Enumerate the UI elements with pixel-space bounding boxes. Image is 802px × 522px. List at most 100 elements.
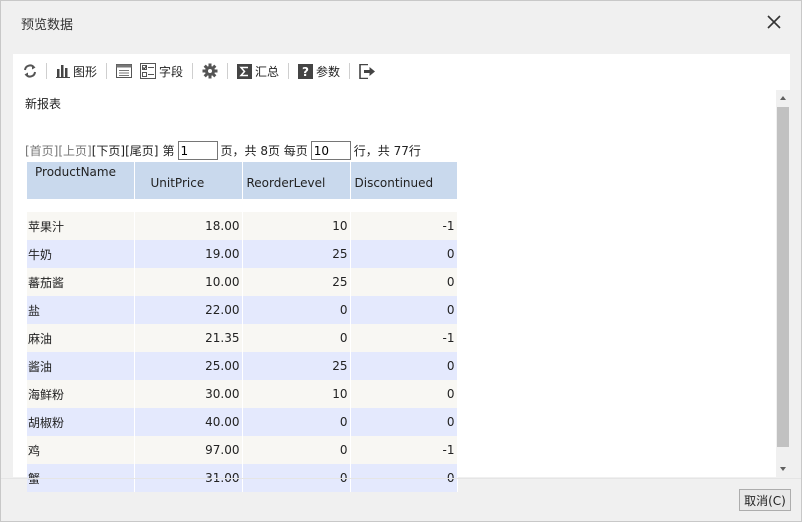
dialog-title: 预览数据 — [21, 18, 74, 33]
refresh-button[interactable] — [19, 59, 41, 83]
table-row[interactable]: 海鲜粉 30.00 10 0 — [27, 380, 458, 408]
table-row[interactable]: 盐 22.00 0 0 — [27, 296, 458, 324]
fields-button-label: 字段 — [159, 64, 184, 79]
toolbar-separator — [349, 63, 351, 79]
table-row[interactable]: 胡椒粉 40.00 0 0 — [27, 408, 458, 436]
footer-divider — [1, 478, 801, 479]
cell-discontinued: 0 — [350, 268, 458, 296]
cell-discontinued: -1 — [350, 212, 458, 240]
first-page-link[interactable]: [首页] — [25, 142, 58, 159]
scroll-thumb[interactable] — [777, 107, 789, 447]
fields-icon — [140, 63, 157, 79]
toolbar-separator — [192, 63, 194, 79]
cell-productname: 麻油 — [27, 324, 135, 352]
cell-unitprice: 30.00 — [134, 380, 243, 408]
dialog-titlebar: 预览数据 — [1, 1, 801, 45]
table-header-row: ProductName UnitPrice ReorderLevel Disco… — [27, 162, 458, 199]
cell-reorderlevel: 0 — [242, 408, 351, 436]
cell-discontinued: 0 — [350, 380, 458, 408]
column-header-reorderlevel[interactable]: ReorderLevel — [242, 162, 351, 199]
close-icon — [767, 15, 781, 29]
column-header-discontinued[interactable]: Discontinued — [350, 162, 458, 199]
cell-reorderlevel: 10 — [242, 380, 351, 408]
cell-unitprice: 19.00 — [134, 240, 243, 268]
pager: [首页] [上页] [下页] [尾页] 第 页，共 8页 每页 行，共 77行 — [25, 141, 421, 160]
cell-unitprice: 40.00 — [134, 408, 243, 436]
cell-reorderlevel: 25 — [242, 240, 351, 268]
cell-productname: 酱油 — [27, 352, 135, 380]
parameters-button[interactable]: ? 参数 — [294, 59, 344, 83]
column-header-unitprice[interactable]: UnitPrice — [134, 162, 243, 199]
cell-productname: 胡椒粉 — [27, 408, 135, 436]
table-row[interactable]: 牛奶 19.00 25 0 — [27, 240, 458, 268]
cell-unitprice: 10.00 — [134, 268, 243, 296]
layout-icon — [116, 64, 133, 78]
chart-button-label: 图形 — [73, 64, 98, 79]
page-size-input[interactable] — [310, 141, 351, 160]
last-page-link[interactable]: [尾页] — [125, 142, 158, 159]
bar-chart-icon — [56, 65, 70, 78]
cell-discontinued: -1 — [350, 324, 458, 352]
table-spacer-row — [27, 199, 458, 212]
page-number-input[interactable] — [177, 141, 218, 160]
cell-productname: 海鲜粉 — [27, 380, 135, 408]
layout-button[interactable] — [112, 59, 136, 83]
parameters-button-label: 参数 — [316, 64, 341, 79]
export-icon — [359, 63, 376, 79]
page-prefix-label: 第 — [162, 144, 175, 158]
cell-productname: 盐 — [27, 296, 135, 324]
gear-icon — [202, 63, 218, 79]
question-icon: ? — [298, 63, 314, 79]
cancel-button[interactable]: 取消(C) — [739, 489, 791, 511]
prev-page-link[interactable]: [上页] — [58, 142, 91, 159]
scroll-up-button[interactable] — [776, 91, 790, 105]
svg-text:?: ? — [302, 65, 309, 79]
cell-productname: 苹果汁 — [27, 212, 135, 240]
table-row[interactable]: 蕃茄酱 10.00 25 0 — [27, 268, 458, 296]
report-title: 新报表 — [25, 97, 62, 111]
cell-unitprice: 97.00 — [134, 436, 243, 464]
toolbar: 图形 字段 汇总 ? 参数 — [13, 54, 790, 88]
toolbar-separator — [46, 63, 47, 79]
settings-button[interactable] — [198, 59, 222, 83]
cell-discontinued: 0 — [350, 408, 458, 436]
toolbar-separator — [288, 63, 290, 79]
cell-reorderlevel: 0 — [242, 296, 351, 324]
cell-reorderlevel: 25 — [242, 268, 351, 296]
cell-discontinued: 0 — [350, 240, 458, 268]
cell-reorderlevel: 0 — [242, 436, 351, 464]
cell-reorderlevel: 25 — [242, 352, 351, 380]
cell-reorderlevel: 10 — [242, 212, 351, 240]
cell-unitprice: 18.00 — [134, 212, 243, 240]
cell-unitprice: 25.00 — [134, 352, 243, 380]
cell-productname: 牛奶 — [27, 240, 135, 268]
scroll-down-button[interactable] — [776, 462, 790, 476]
arrow-up-icon — [780, 96, 786, 100]
table-row[interactable]: 鸡 97.00 0 -1 — [27, 436, 458, 464]
cell-productname: 蕃茄酱 — [27, 268, 135, 296]
column-header-productname[interactable]: ProductName — [27, 162, 135, 199]
arrow-down-icon — [780, 467, 786, 471]
summary-button[interactable]: 汇总 — [233, 59, 283, 83]
table-row[interactable]: 酱油 25.00 25 0 — [27, 352, 458, 380]
summary-button-label: 汇总 — [255, 64, 280, 79]
next-page-link[interactable]: [下页] — [92, 142, 125, 159]
page-count-label: 页，共 8页 每页 — [220, 144, 308, 158]
cell-unitprice: 21.35 — [134, 324, 243, 352]
table-row[interactable]: 苹果汁 18.00 10 -1 — [27, 212, 458, 240]
chart-button[interactable]: 图形 — [52, 59, 101, 83]
row-count-label: 行，共 77行 — [353, 144, 421, 158]
preview-data-dialog: 预览数据 图形 字段 汇总 ? 参数 新报表 [首页] [上页] [下页] [尾… — [0, 0, 802, 522]
cell-discontinued: 0 — [350, 352, 458, 380]
table-row[interactable]: 麻油 21.35 0 -1 — [27, 324, 458, 352]
close-button[interactable] — [765, 13, 783, 31]
vertical-scrollbar[interactable] — [776, 90, 790, 478]
fields-button[interactable]: 字段 — [136, 59, 187, 83]
preview-content: 图形 字段 汇总 ? 参数 新报表 [首页] [上页] [下页] [尾页] 第 … — [13, 54, 790, 492]
data-table: ProductName UnitPrice ReorderLevel Disco… — [27, 162, 458, 492]
cell-unitprice: 22.00 — [134, 296, 243, 324]
cell-discontinued: 0 — [350, 296, 458, 324]
export-button[interactable] — [355, 59, 380, 83]
cell-discontinued: -1 — [350, 436, 458, 464]
sigma-icon — [237, 63, 253, 79]
